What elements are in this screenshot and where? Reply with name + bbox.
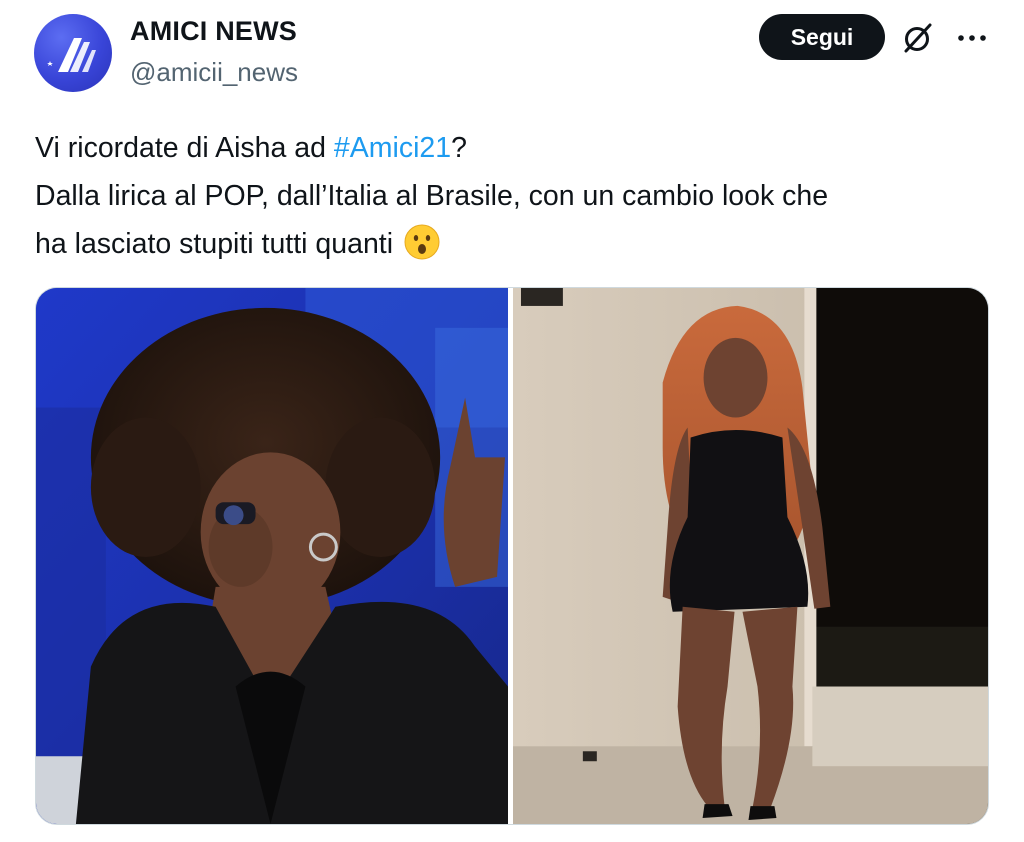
singer-on-stage-photo[interactable] <box>36 288 508 824</box>
tweet-text-segment: ha lasciato stupiti tutti quanti <box>35 228 401 260</box>
author-handle[interactable]: @amicii_news <box>130 57 298 88</box>
author-display-name[interactable]: AMICI NEWS <box>130 16 297 47</box>
tweet-text: Vi ricordate di Aisha ad #Amici21? Dalla… <box>35 124 1000 268</box>
tweet-line-3: ha lasciato stupiti tutti quanti <box>35 220 1000 268</box>
face-with-open-mouth-emoji <box>403 223 441 261</box>
grok-icon[interactable] <box>900 20 936 56</box>
hashtag-link[interactable]: #Amici21 <box>334 132 451 164</box>
amici-logo-icon <box>47 38 96 72</box>
tweet-text-segment: Vi ricordate di Aisha ad <box>35 132 334 164</box>
avatar[interactable] <box>34 14 112 92</box>
more-options-icon[interactable] <box>954 24 990 52</box>
tweet-line-2: Dalla lirica al POP, dall’Italia al Bras… <box>35 180 829 212</box>
tweet-text-segment: ? <box>451 132 467 164</box>
tweet-line-1: Vi ricordate di Aisha ad #Amici21? <box>35 124 1000 172</box>
woman-in-black-dress-photo[interactable] <box>513 288 988 824</box>
follow-button[interactable]: Segui <box>759 14 885 60</box>
media-grid <box>35 287 989 825</box>
